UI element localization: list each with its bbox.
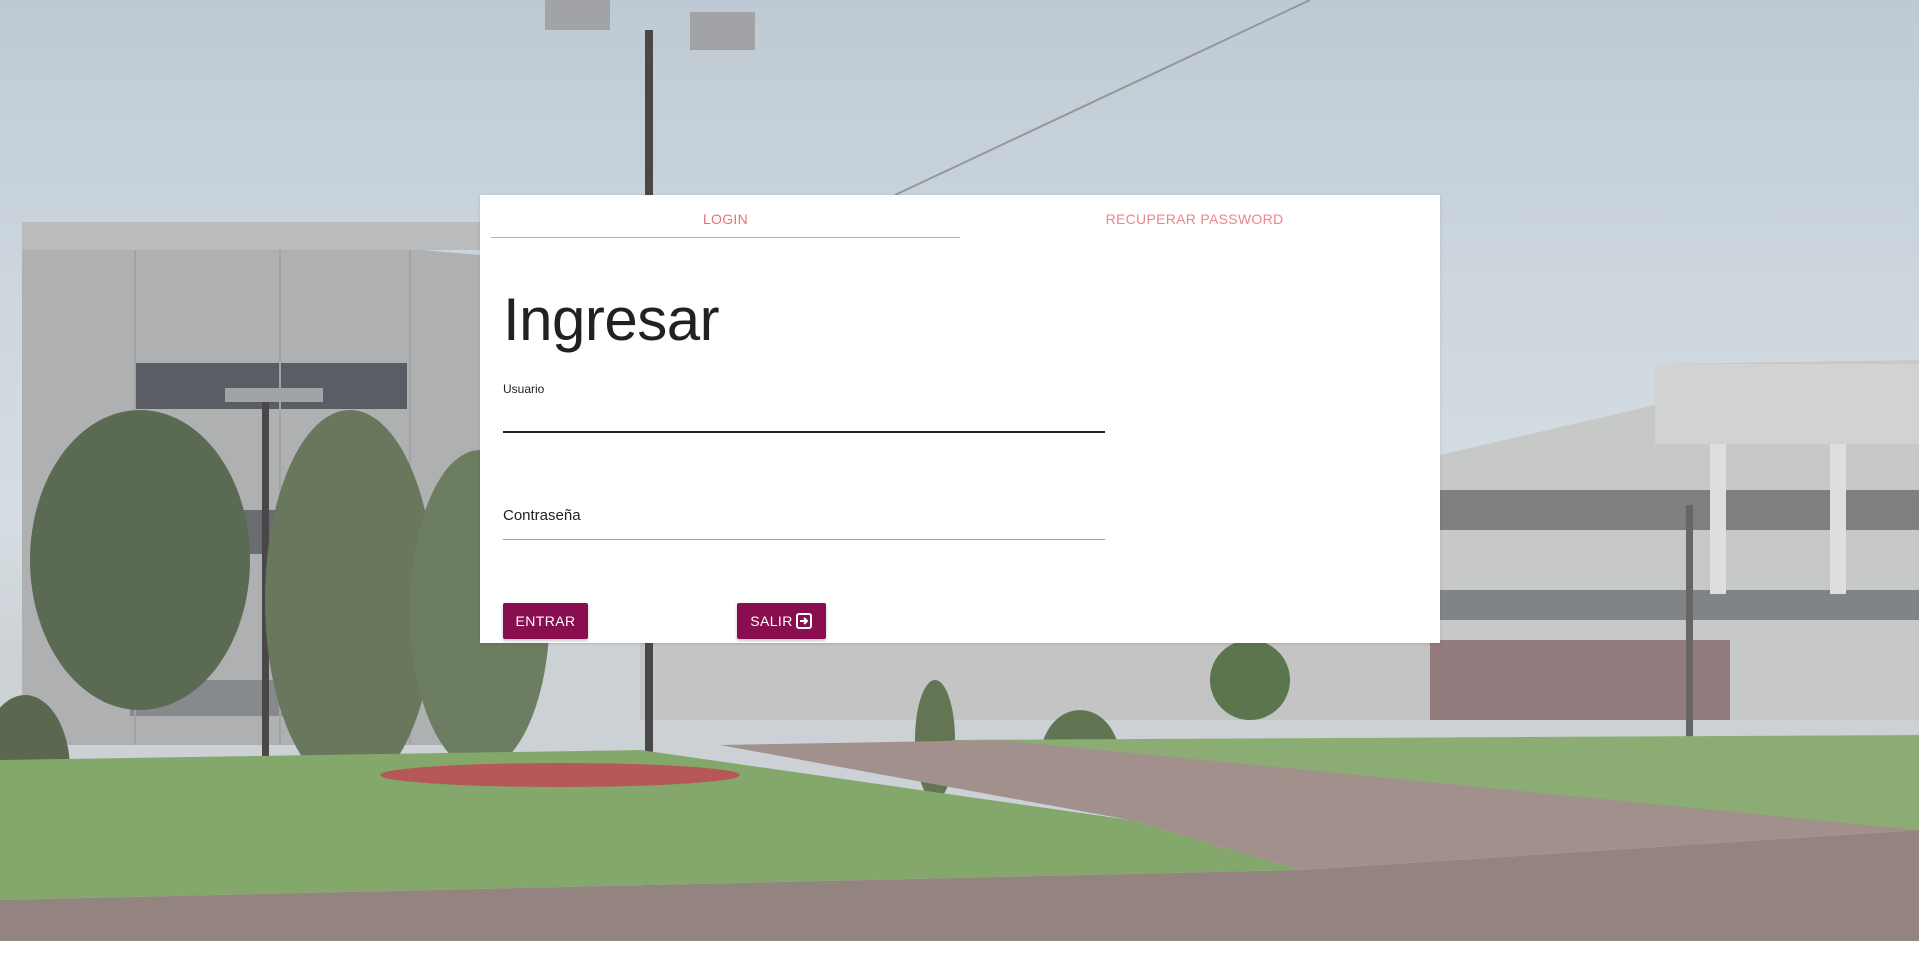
password-input[interactable]	[503, 503, 1105, 540]
page-title: Ingresar	[503, 286, 720, 353]
tab-recuperar-password[interactable]: RECUPERAR PASSWORD	[960, 195, 1429, 243]
exit-button-label: SALIR	[750, 613, 793, 629]
username-label: Usuario	[503, 382, 545, 396]
enter-button-label: ENTRAR	[515, 613, 576, 629]
username-input[interactable]	[503, 400, 1105, 433]
tab-bar: LOGIN RECUPERAR PASSWORD	[491, 195, 1429, 243]
enter-button[interactable]: ENTRAR	[503, 603, 588, 639]
username-field-container: Usuario	[503, 382, 1105, 436]
password-field-container: Contraseña	[503, 495, 1105, 543]
exit-button[interactable]: SALIR	[737, 603, 826, 639]
exit-icon	[795, 612, 813, 630]
tab-login[interactable]: LOGIN	[491, 195, 960, 243]
login-card: LOGIN RECUPERAR PASSWORD Ingresar Usuari…	[480, 195, 1440, 643]
